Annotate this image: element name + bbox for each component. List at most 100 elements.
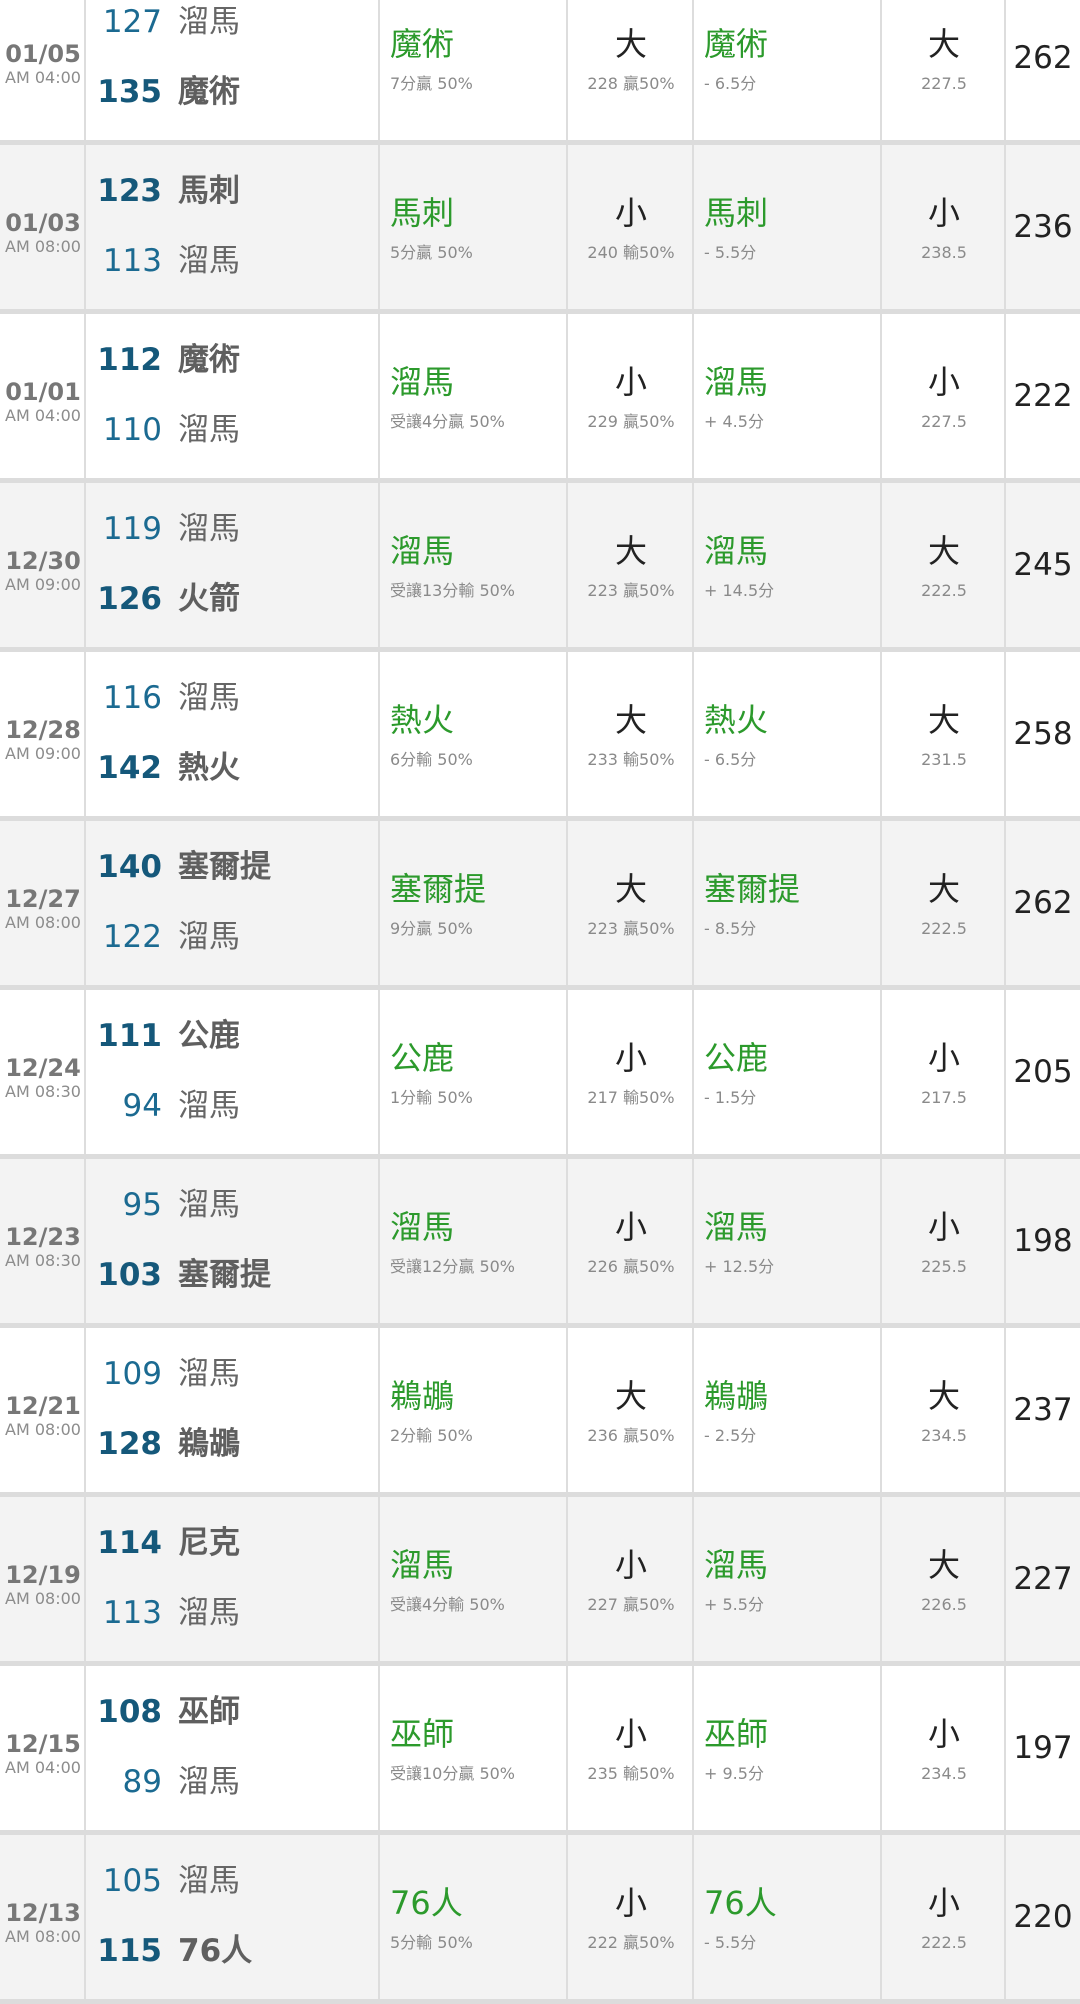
spread-cell: 76人 - 5.5分 (694, 1835, 882, 1999)
spread-line: - 2.5分 (704, 1426, 757, 1445)
game-date: 12/13 (5, 1899, 81, 1927)
game-row[interactable]: 12/23 AM 08:30 95 溜馬 103 塞爾提 溜馬 受讓12分贏 5… (0, 1159, 1080, 1328)
date-cell: 12/23 AM 08:30 (0, 1159, 86, 1323)
team2-line: 89 溜馬 (86, 1762, 380, 1802)
team2-name[interactable]: 鵜鶘 (178, 1424, 240, 1464)
game-row[interactable]: 12/24 AM 08:30 111 公鹿 94 溜馬 公鹿 1分輸 50% 小… (0, 990, 1080, 1159)
pick-team: 76人 (390, 1884, 463, 1922)
score-cell: 123 馬刺 113 溜馬 (86, 145, 380, 309)
team2-name[interactable]: 溜馬 (178, 1593, 240, 1633)
total-points-cell: 258 (1006, 652, 1080, 816)
total-line-cell: 小 234.5 (882, 1666, 1006, 1830)
team2-name[interactable]: 76人 (178, 1931, 252, 1971)
team2-line: 128 鵜鶘 (86, 1424, 380, 1464)
team1-score: 119 (102, 511, 162, 547)
over-under-result: 小 (614, 1546, 647, 1584)
pick-cell: 巫師 受讓10分贏 50% (380, 1666, 568, 1830)
spread-line: - 8.5分 (704, 919, 757, 938)
team2-line: 126 火箭 (86, 579, 380, 619)
team1-name[interactable]: 巫師 (178, 1692, 240, 1732)
game-row[interactable]: 12/13 AM 08:00 105 溜馬 115 76人 76人 5分輸 50… (0, 1835, 1080, 2004)
spread-team: 76人 (704, 1884, 777, 1922)
game-row[interactable]: 01/05 AM 04:00 127 溜馬 135 魔術 魔術 7分贏 50% … (0, 0, 1080, 145)
game-date: 01/05 (5, 40, 81, 68)
score-cell: 140 塞爾提 122 溜馬 (86, 821, 380, 985)
total-line-cell: 小 227.5 (882, 314, 1006, 478)
game-row[interactable]: 01/01 AM 04:00 112 魔術 110 溜馬 溜馬 受讓4分贏 50… (0, 314, 1080, 483)
total-line-result: 大 (927, 532, 960, 570)
total-line-value: 222.5 (921, 581, 967, 600)
game-time: AM 08:00 (5, 1420, 81, 1439)
team2-line: 142 熱火 (86, 748, 380, 788)
pick-team: 魔術 (390, 25, 455, 63)
pick-detail: 9分贏 50% (390, 919, 473, 938)
team2-name[interactable]: 火箭 (178, 579, 240, 619)
over-under-result: 小 (614, 1039, 647, 1077)
game-row[interactable]: 12/28 AM 09:00 116 溜馬 142 熱火 熱火 6分輸 50% … (0, 652, 1080, 821)
team2-name[interactable]: 溜馬 (178, 1086, 240, 1126)
over-under-result: 小 (614, 194, 647, 232)
team2-name[interactable]: 溜馬 (178, 410, 240, 450)
total-line-result: 小 (927, 363, 960, 401)
team2-name[interactable]: 溜馬 (178, 241, 240, 281)
team1-score: 111 (97, 1018, 162, 1054)
game-row[interactable]: 12/21 AM 08:00 109 溜馬 128 鵜鶘 鵜鶘 2分輸 50% … (0, 1328, 1080, 1497)
team2-score: 103 (97, 1257, 162, 1293)
score-cell: 105 溜馬 115 76人 (86, 1835, 380, 1999)
over-under-detail: 235 輸50% (587, 1764, 675, 1783)
team2-line: 113 溜馬 (86, 241, 380, 281)
over-under-result: 大 (614, 1377, 647, 1415)
pick-cell: 鵜鶘 2分輸 50% (380, 1328, 568, 1492)
team1-name[interactable]: 尼克 (178, 1523, 240, 1563)
game-date: 01/01 (5, 378, 81, 406)
total-points-cell: 262 (1006, 821, 1080, 985)
spread-cell: 巫師 + 9.5分 (694, 1666, 882, 1830)
over-under-cell: 小 240 輸50% (568, 145, 694, 309)
over-under-detail: 240 輸50% (587, 243, 675, 262)
game-row[interactable]: 12/15 AM 04:00 108 巫師 89 溜馬 巫師 受讓10分贏 50… (0, 1666, 1080, 1835)
date-cell: 12/15 AM 04:00 (0, 1666, 86, 1830)
team1-name[interactable]: 公鹿 (178, 1016, 240, 1056)
over-under-cell: 小 222 贏50% (568, 1835, 694, 1999)
pick-detail: 受讓10分贏 50% (390, 1764, 516, 1783)
team1-line: 112 魔術 (86, 340, 380, 380)
total-line-result: 大 (927, 1546, 960, 1584)
date-cell: 12/19 AM 08:00 (0, 1497, 86, 1661)
team1-name[interactable]: 馬刺 (178, 171, 240, 211)
team2-name[interactable]: 溜馬 (178, 1762, 240, 1802)
game-row[interactable]: 12/27 AM 08:00 140 塞爾提 122 溜馬 塞爾提 9分贏 50… (0, 821, 1080, 990)
team2-name[interactable]: 塞爾提 (178, 1255, 271, 1295)
team1-name[interactable]: 溜馬 (178, 509, 240, 549)
team1-line: 123 馬刺 (86, 171, 380, 211)
total-line-value: 227.5 (921, 412, 967, 431)
total-points: 220 (1013, 1899, 1073, 1935)
team1-name[interactable]: 溜馬 (178, 678, 240, 718)
over-under-cell: 大 233 輸50% (568, 652, 694, 816)
score-cell: 127 溜馬 135 魔術 (86, 0, 380, 140)
pick-cell: 魔術 7分贏 50% (380, 0, 568, 140)
game-row[interactable]: 12/30 AM 09:00 119 溜馬 126 火箭 溜馬 受讓13分輸 5… (0, 483, 1080, 652)
spread-line: - 5.5分 (704, 243, 757, 262)
game-date: 12/23 (5, 1223, 81, 1251)
team2-name[interactable]: 溜馬 (178, 917, 240, 957)
over-under-detail: 217 輸50% (587, 1088, 675, 1107)
team2-score: 122 (102, 919, 162, 955)
team2-name[interactable]: 熱火 (178, 748, 240, 788)
spread-team: 溜馬 (704, 363, 769, 401)
team1-name[interactable]: 魔術 (178, 340, 240, 380)
team2-name[interactable]: 魔術 (178, 72, 240, 112)
team1-name[interactable]: 塞爾提 (178, 847, 271, 887)
team1-name[interactable]: 溜馬 (178, 2, 240, 42)
game-row[interactable]: 01/03 AM 08:00 123 馬刺 113 溜馬 馬刺 5分贏 50% … (0, 145, 1080, 314)
game-time: AM 08:00 (5, 1589, 81, 1608)
over-under-detail: 226 贏50% (587, 1257, 675, 1276)
pick-detail: 5分贏 50% (390, 243, 473, 262)
game-time: AM 04:00 (5, 1758, 81, 1777)
pick-detail: 1分輸 50% (390, 1088, 473, 1107)
team1-name[interactable]: 溜馬 (178, 1185, 240, 1225)
team1-score: 109 (102, 1356, 162, 1392)
game-row[interactable]: 12/19 AM 08:00 114 尼克 113 溜馬 溜馬 受讓4分輸 50… (0, 1497, 1080, 1666)
game-time: AM 04:00 (5, 68, 81, 87)
team1-name[interactable]: 溜馬 (178, 1354, 240, 1394)
team1-name[interactable]: 溜馬 (178, 1861, 240, 1901)
